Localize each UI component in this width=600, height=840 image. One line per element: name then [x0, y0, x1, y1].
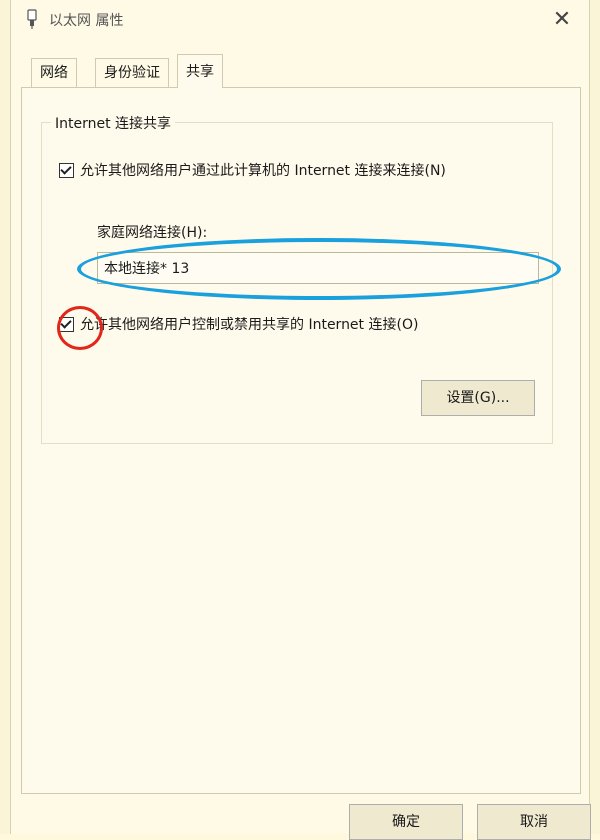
- tab-label: 身份验证: [104, 65, 160, 81]
- tab-strip: 网络 身份验证 共享: [21, 54, 581, 88]
- ok-button[interactable]: 确定: [349, 804, 463, 840]
- network-adapter-icon: [27, 9, 37, 29]
- window-title: 以太网 属性: [49, 13, 124, 29]
- ics-group-title: Internet 连接共享: [51, 113, 176, 133]
- tab-network[interactable]: 网络: [31, 58, 77, 87]
- home-network-select[interactable]: 本地连接* 13: [97, 252, 539, 284]
- close-icon: ✕: [552, 7, 572, 32]
- allow-connect-checkbox[interactable]: [59, 162, 74, 178]
- tab-sharing[interactable]: 共享: [177, 54, 223, 88]
- tab-label: 共享: [186, 64, 214, 80]
- settings-button[interactable]: 设置(G)...: [421, 380, 535, 416]
- allow-connect-label: 允许其他网络用户通过此计算机的 Internet 连接来连接(N): [80, 163, 446, 179]
- cancel-button[interactable]: 取消: [477, 804, 591, 840]
- tab-authentication[interactable]: 身份验证: [95, 58, 169, 87]
- background-window-left: [0, 0, 10, 834]
- allow-control-checkbox[interactable]: [59, 316, 74, 332]
- home-network-label: 家庭网络连接(H):: [97, 225, 208, 241]
- allow-control-label: 允许其他网络用户控制或禁用共享的 Internet 连接(O): [80, 317, 419, 333]
- allow-control-option[interactable]: 允许其他网络用户控制或禁用共享的 Internet 连接(O): [59, 314, 418, 334]
- title-bar[interactable]: 以太网 属性 ✕: [11, 0, 589, 40]
- close-button[interactable]: ✕: [545, 4, 579, 36]
- allow-connect-option[interactable]: 允许其他网络用户通过此计算机的 Internet 连接来连接(N): [59, 160, 446, 180]
- properties-dialog: 以太网 属性 ✕ 网络 身份验证 共享 Internet 连接共享 允许其他网络…: [10, 0, 591, 840]
- tab-label: 网络: [40, 65, 68, 81]
